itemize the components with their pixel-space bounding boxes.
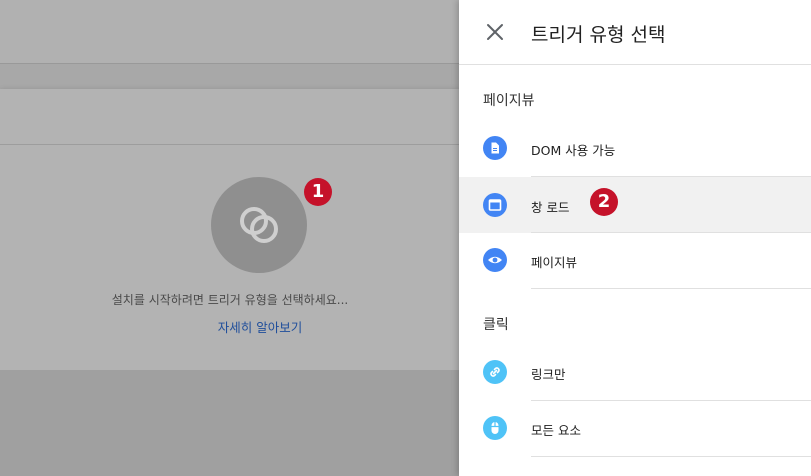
panel-header: 트리거 유형 선택 xyxy=(459,0,811,65)
callout-badge-1: 1 xyxy=(304,178,332,206)
section-title-pageview: 페이지뷰 xyxy=(483,93,535,109)
learn-more-link[interactable]: 자세히 알아보기 xyxy=(0,317,520,336)
close-icon xyxy=(487,24,503,40)
background-header xyxy=(0,0,460,64)
mouse-icon xyxy=(483,416,507,440)
trigger-item-pageview[interactable]: 페이지뷰 xyxy=(459,232,811,288)
divider xyxy=(531,288,811,289)
link-icon xyxy=(483,360,507,384)
panel-title: 트리거 유형 선택 xyxy=(531,24,666,46)
callout-badge-2: 2 xyxy=(590,188,618,216)
eye-icon xyxy=(483,248,507,272)
trigger-type-panel: 트리거 유형 선택 페이지뷰 DOM 사용 가능 창 로드 2 페이지뷰 클릭 … xyxy=(459,0,811,476)
trigger-item-all-elements[interactable]: 모든 요소 xyxy=(459,400,811,456)
trigger-item-label: 창 로드 xyxy=(531,200,570,215)
document-icon xyxy=(483,136,507,160)
background-lower-area xyxy=(0,370,460,476)
section-title-click: 클릭 xyxy=(483,317,509,333)
divider xyxy=(531,456,811,457)
trigger-item-dom-ready[interactable]: DOM 사용 가능 xyxy=(459,120,811,176)
window-icon xyxy=(483,193,507,217)
trigger-placeholder-circle[interactable] xyxy=(211,177,307,273)
trigger-item-label: 링크만 xyxy=(531,367,566,382)
trigger-item-window-loaded[interactable]: 창 로드 2 xyxy=(459,177,811,233)
trigger-item-label: DOM 사용 가능 xyxy=(531,143,616,158)
card-header xyxy=(0,89,460,145)
trigger-item-just-links[interactable]: 링크만 xyxy=(459,344,811,400)
trigger-placeholder-icon xyxy=(240,207,278,243)
close-button[interactable] xyxy=(483,20,507,44)
trigger-item-label: 페이지뷰 xyxy=(531,255,578,270)
empty-state-prompt: 설치를 시작하려면 트리거 유형을 선택하세요... xyxy=(111,293,349,307)
trigger-item-label: 모든 요소 xyxy=(531,423,581,438)
empty-state-card: 1 설치를 시작하려면 트리거 유형을 선택하세요... 자세히 알아보기 xyxy=(0,89,460,370)
